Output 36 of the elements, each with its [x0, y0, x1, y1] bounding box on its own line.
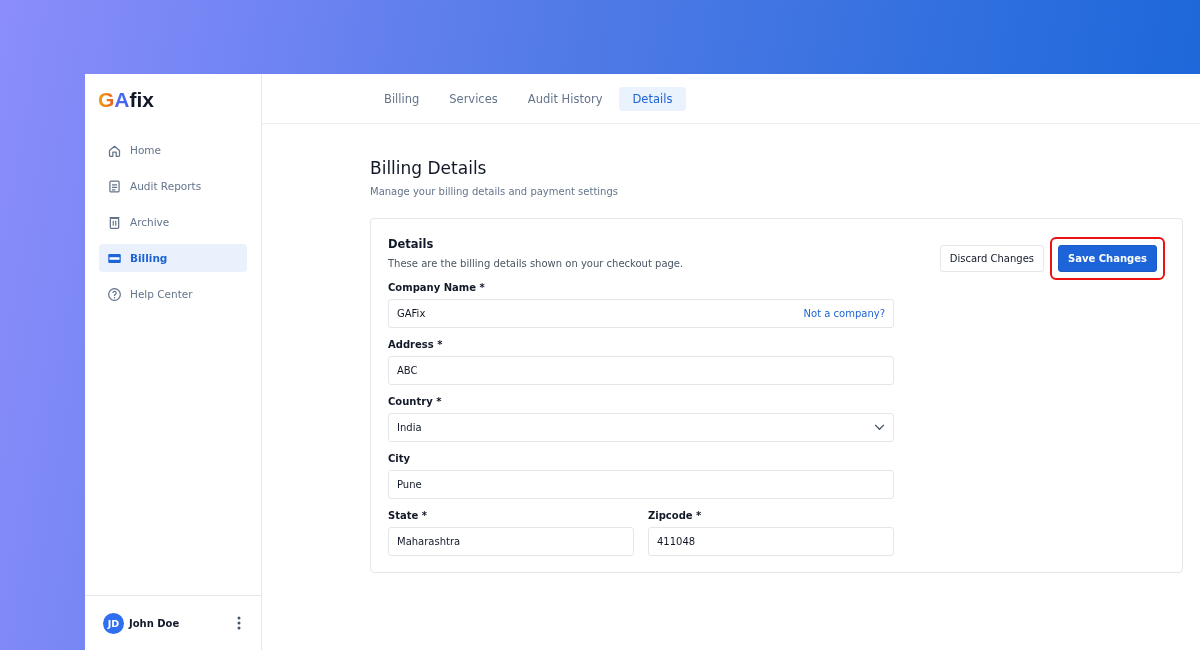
discard-button[interactable]: Discard Changes	[939, 245, 1045, 272]
field-label: Country *	[388, 396, 443, 407]
document-icon	[107, 178, 122, 194]
sidebar-item[interactable]: Help Center	[99, 280, 247, 308]
input-field[interactable]: 411048	[648, 527, 894, 556]
country-select[interactable]: India	[388, 413, 894, 442]
not-company-link[interactable]: Not a company?	[803, 308, 885, 319]
save-button[interactable]: Save Changes	[1058, 245, 1157, 272]
field-label: State *	[388, 510, 428, 521]
field-label: Address *	[388, 339, 444, 350]
more-options-icon[interactable]	[237, 616, 241, 630]
tab[interactable]: Details	[618, 86, 687, 111]
sidebar-item[interactable]: Audit Reports	[99, 172, 247, 200]
field-label: City	[388, 453, 412, 464]
field-label: Company Name *	[388, 282, 486, 293]
card-description: These are the billing details shown on your checkout page.	[388, 258, 684, 269]
page-subtitle: Manage your billing details and payment settings	[370, 186, 619, 197]
tab[interactable]: Services	[435, 86, 512, 111]
trash-icon	[107, 214, 122, 230]
sidebar-item[interactable]: Archive	[99, 208, 247, 236]
chevron-down-icon	[874, 424, 885, 431]
help-icon	[107, 286, 122, 302]
input-field[interactable]: Maharashtra	[388, 527, 634, 556]
sidebar-item[interactable]: Home	[99, 136, 247, 164]
page-title: Billing Details	[370, 158, 488, 178]
field-label: Zipcode *	[648, 510, 703, 521]
user-avatar: JD	[103, 612, 124, 634]
input-field[interactable]: ABC	[388, 356, 894, 385]
user-name: John Doe	[129, 617, 181, 629]
card-title: Details	[388, 237, 435, 251]
logo: GAfix	[97, 87, 154, 114]
input-field[interactable]: Pune	[388, 470, 894, 499]
input-field[interactable]: GAFix Not a company?	[388, 299, 894, 328]
tab[interactable]: Billing	[370, 86, 434, 111]
sidebar-item[interactable]: Billing	[99, 244, 247, 272]
tab[interactable]: Audit History	[513, 86, 617, 111]
